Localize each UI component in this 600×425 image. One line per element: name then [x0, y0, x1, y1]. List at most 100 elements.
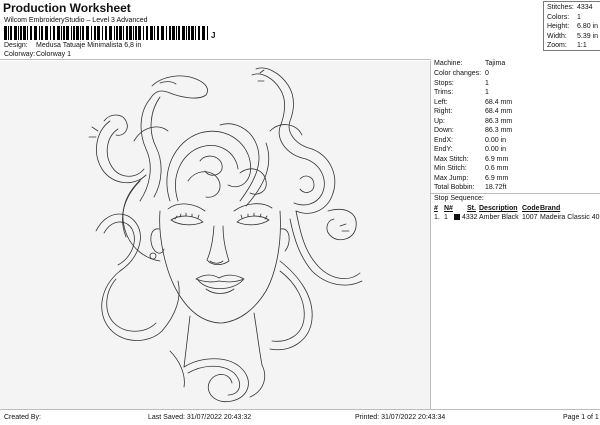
info-color-changes: Color changes: 0 [434, 69, 594, 78]
software-subtitle: Wilcom EmbroideryStudio – Level 3 Advanc… [4, 17, 148, 24]
barcode-bar [23, 26, 26, 40]
info-min-stitch: Min Stitch: 0.6 mm [434, 164, 594, 173]
stat-value: 5.39 in [577, 32, 599, 40]
stat-stitches: Stitches: 4334 [547, 3, 600, 12]
barcode-bar [53, 26, 55, 40]
stop-sequence-title: Stop Sequence: [431, 193, 600, 203]
barcode-bar [102, 26, 103, 40]
info-endy: EndY: 0.00 in [434, 145, 594, 154]
barcode-bar [198, 26, 200, 40]
barcode-bar [109, 26, 112, 40]
info-value: 6.9 mm [485, 155, 509, 163]
barcode-bar [34, 26, 37, 40]
col-header: St. [467, 205, 476, 212]
barcode-bar [133, 26, 134, 40]
barcode-bar [30, 26, 32, 40]
medusa-embroidery-outline [88, 67, 363, 403]
info-label: EndY: [434, 146, 453, 153]
barcode-bar [154, 26, 155, 40]
design-label: Design: [4, 42, 28, 49]
info-label: Machine: [434, 60, 463, 67]
colorway-name: Colorway 1 [36, 51, 72, 58]
info-label: Down: [434, 127, 454, 134]
info-value: 1 [485, 79, 489, 87]
stat-width: Width: 5.39 in [547, 32, 600, 41]
barcode-bar [169, 26, 171, 40]
info-value: 68.4 mm [485, 98, 513, 106]
barcode-bar [116, 26, 118, 40]
info-value: 1 [485, 89, 489, 96]
col-header: # [434, 205, 438, 212]
barcode-bar [10, 26, 12, 40]
info-value: 86.3 mm [485, 127, 513, 134]
footer: Created By: Last Saved: 31/07/2022 20:43… [0, 409, 600, 425]
table-row: 1. 1 4332 Amber Black 1007 Madeira Class… [434, 213, 600, 222]
info-machine: Machine: Tajima [434, 59, 594, 68]
stat-label: Zoom: [547, 42, 567, 49]
barcode [4, 26, 210, 40]
thread-color-swatch [454, 214, 460, 220]
barcode-bar [71, 26, 72, 40]
barcode-bar [150, 26, 153, 40]
barcode-bar [123, 26, 124, 40]
barcode-bar [176, 26, 177, 40]
barcode-bar [45, 26, 48, 40]
barcode-bar [135, 26, 137, 40]
barcode-bar [73, 26, 75, 40]
info-value: Tajima [485, 60, 506, 67]
info-up: Up: 86.3 mm [434, 117, 594, 126]
last-saved: Last Saved: 31/07/2022 20:43:32 [148, 414, 252, 421]
barcode-bar [157, 26, 159, 40]
info-label: Max Stitch: [434, 155, 469, 163]
barcode-bar [61, 26, 62, 40]
barcode-bar [126, 26, 128, 40]
info-total-bobbin: Total Bobbin: 18.72ft [434, 183, 594, 192]
info-label: Right: [434, 108, 453, 115]
stat-colors: Colors: 1 [547, 13, 600, 22]
barcode-bar [76, 26, 79, 40]
barcode-bar [172, 26, 175, 40]
barcode-bar [114, 26, 115, 40]
barcode-bar [119, 26, 122, 40]
info-max-stitch: Max Stitch: 6.9 mm [434, 155, 594, 164]
info-value: 18.72ft [485, 184, 507, 191]
col-header: N# [444, 205, 453, 212]
design-preview [0, 61, 431, 409]
col-header: Description [479, 205, 518, 212]
stat-value: 4334 [577, 4, 593, 11]
stop-num: 1. [434, 214, 440, 221]
info-label: Up: [434, 117, 445, 125]
info-label: Stops: [434, 79, 454, 87]
created-by: Created By: [4, 414, 41, 421]
col-header: Brand [540, 205, 561, 212]
colorway-label: Colorway: [4, 51, 36, 58]
info-right: Right: 68.4 mm [434, 107, 594, 116]
barcode-bar [50, 26, 51, 40]
info-value: 0.00 in [485, 146, 507, 153]
col-header: Code [522, 205, 540, 212]
info-label: Max Jump: [434, 174, 469, 182]
barcode-bar [207, 26, 208, 40]
barcode-bar [195, 26, 196, 40]
stat-value: 1:1 [577, 42, 587, 49]
info-max-jump: Max Jump: 6.9 mm [434, 174, 594, 183]
info-value: 0 [485, 70, 489, 77]
info-left: Left: 68.4 mm [434, 98, 594, 107]
barcode-bar [182, 26, 185, 40]
barcode-bar [63, 26, 65, 40]
stat-label: Stitches: [547, 4, 574, 11]
barcode-bar [178, 26, 180, 40]
info-value: 68.4 mm [485, 108, 513, 115]
stat-label: Width: [547, 32, 567, 40]
stat-value: 1 [577, 13, 581, 21]
barcode-bar [129, 26, 132, 40]
info-label: Left: [434, 98, 448, 106]
stitch-count: 4332 [462, 214, 478, 221]
barcode-bar [27, 26, 28, 40]
barcode-bar [188, 26, 190, 40]
barcode-bar [186, 26, 187, 40]
info-endx: EndX: 0.00 in [434, 136, 594, 145]
stat-label: Height: [547, 23, 570, 30]
barcode-bar [94, 26, 96, 40]
page-title: Production Worksheet [3, 1, 131, 15]
